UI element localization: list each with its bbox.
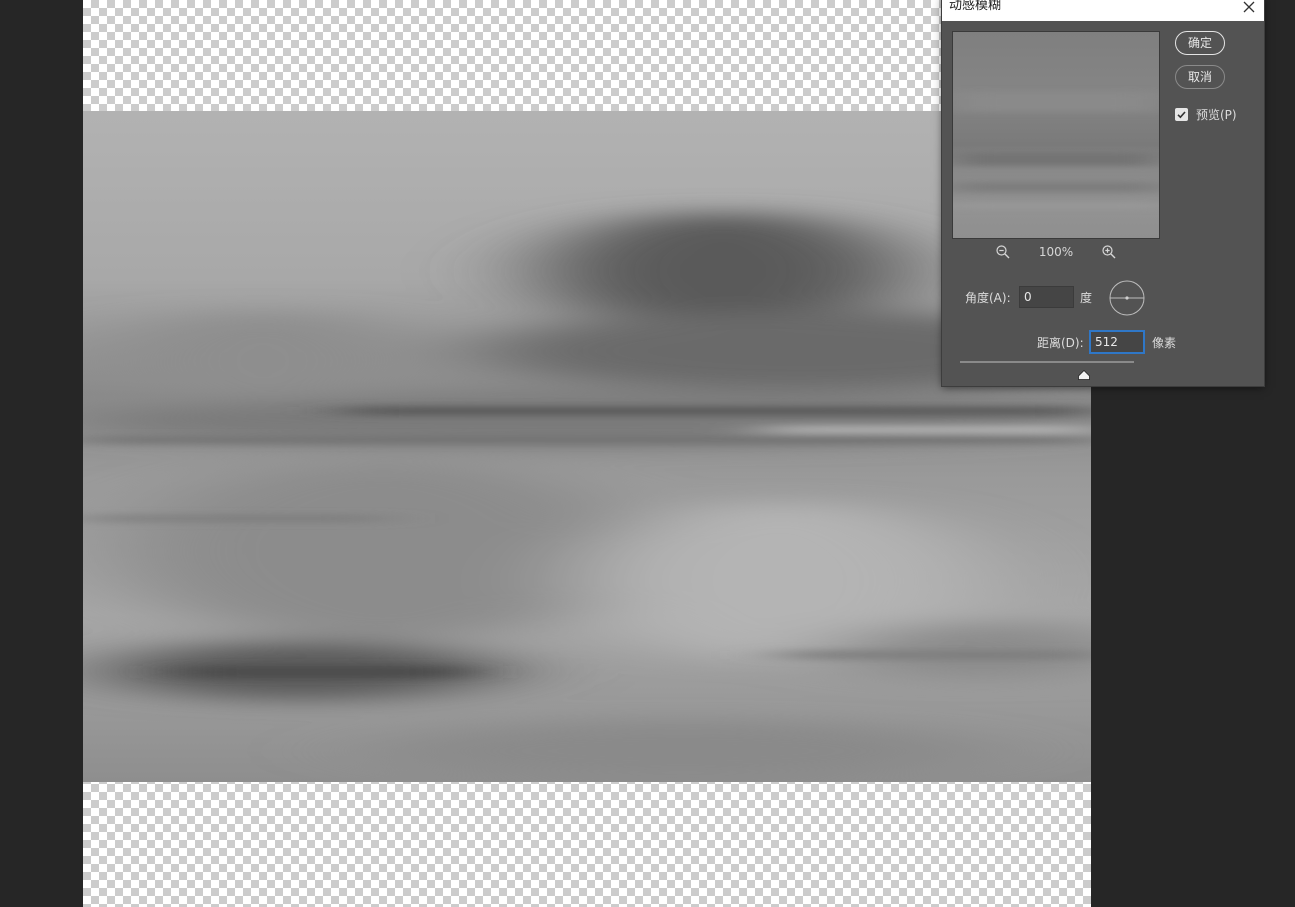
photoshop-workspace: 动感模糊 100% 确定 取消 预览(P) 角度(A): 0 度 距离(D): … bbox=[0, 0, 1295, 907]
preview-checkbox[interactable] bbox=[1175, 108, 1188, 121]
slider-thumb-icon[interactable] bbox=[1077, 365, 1090, 380]
cancel-button[interactable]: 取消 bbox=[1175, 65, 1225, 89]
preview-label: 预览(P) bbox=[1196, 108, 1237, 122]
zoom-level: 100% bbox=[1038, 245, 1074, 259]
zoom-controls: 100% bbox=[952, 244, 1160, 264]
distance-slider[interactable] bbox=[960, 361, 1134, 363]
distance-unit: 像素 bbox=[1152, 336, 1177, 350]
distance-input[interactable] bbox=[1090, 331, 1144, 353]
distance-label: 距离(D): bbox=[1037, 336, 1084, 350]
dialog-title: 动感模糊 bbox=[949, 0, 1002, 13]
zoom-in-icon[interactable] bbox=[1101, 244, 1117, 260]
motion-blur-dialog: 动感模糊 100% 确定 取消 预览(P) 角度(A): 0 度 距离(D): … bbox=[942, 0, 1264, 386]
angle-label: 角度(A): bbox=[965, 291, 1011, 305]
motion-blurred-image bbox=[83, 111, 1091, 782]
dialog-titlebar[interactable]: 动感模糊 bbox=[942, 0, 1264, 21]
zoom-out-icon[interactable] bbox=[995, 244, 1011, 260]
filter-preview[interactable] bbox=[952, 31, 1160, 239]
check-icon bbox=[1177, 111, 1186, 119]
close-icon[interactable] bbox=[1240, 0, 1258, 16]
document-canvas[interactable] bbox=[83, 0, 1091, 907]
angle-input[interactable] bbox=[1019, 286, 1074, 308]
angle-dial-icon[interactable] bbox=[1109, 280, 1145, 316]
angle-unit: 度 bbox=[1080, 291, 1093, 305]
ok-button[interactable]: 确定 bbox=[1175, 31, 1225, 55]
